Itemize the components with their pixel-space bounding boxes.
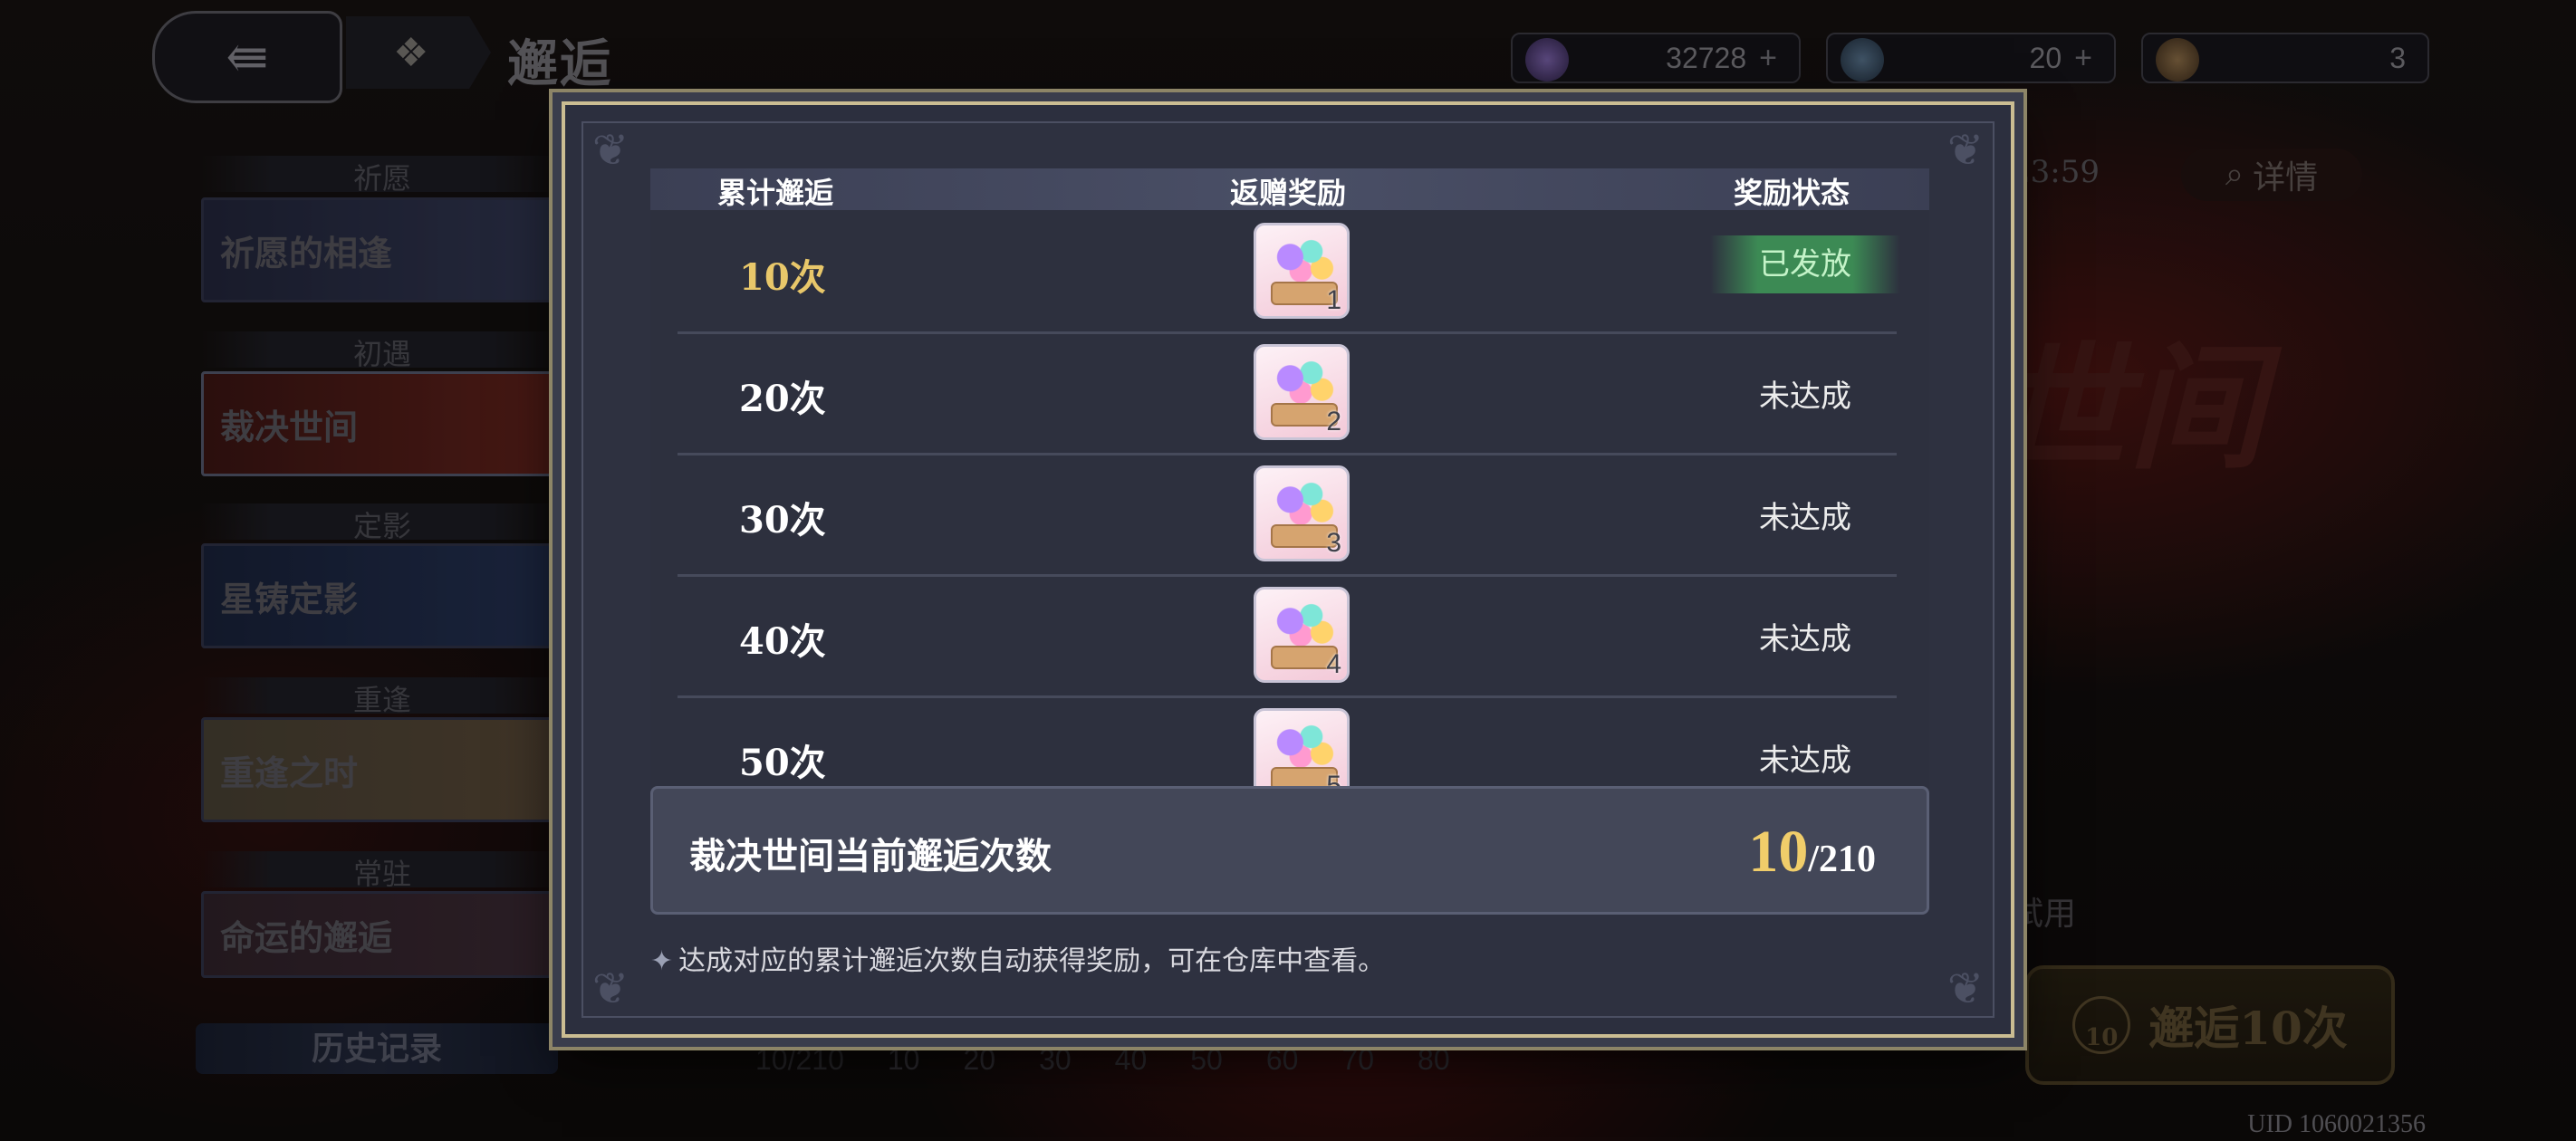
detail-label: 详情 <box>2253 159 2319 197</box>
footnote: ✦ 达成对应的累计邂逅次数自动获得奖励，可在仓库中查看。 <box>650 938 1385 978</box>
banner-tab-label: 命运的邂逅 <box>220 916 393 958</box>
corner-ornament-icon: ❦ <box>1946 964 1985 1014</box>
currency-rose[interactable]: 3 <box>2141 33 2429 83</box>
banner-tab-judgment[interactable]: 裁决世间 <box>201 371 563 476</box>
status-badge: 未达成 <box>1759 621 1851 657</box>
corner-ornament-icon: ❦ <box>591 964 630 1014</box>
section-heading: 定影 <box>201 503 563 543</box>
reward-qty: 2 <box>1326 407 1341 436</box>
add-currency-button[interactable]: + <box>2074 41 2092 76</box>
pull-cost-icon: 10 <box>2072 996 2131 1054</box>
banner-tab-starcast[interactable]: 星铸定影 <box>201 543 563 648</box>
pull-10-button[interactable]: 10 邂逅10次 <box>2025 965 2395 1085</box>
status-badge: 未达成 <box>1759 500 1851 536</box>
tick-label: 30 <box>1039 1043 1072 1076</box>
trial-button[interactable]: 试用 <box>2011 887 2076 935</box>
summary-value: 10/210 <box>1748 818 1876 887</box>
section-heading: 常驻 <box>201 851 563 891</box>
section-heading: 初遇 <box>201 331 563 371</box>
feather-token-icon <box>1841 38 1884 82</box>
table-row: 10次 1 已发放 <box>678 210 1900 334</box>
menu-button[interactable]: ❖ <box>346 16 491 89</box>
pull-count-summary: 裁决世间当前邂逅次数 10/210 <box>650 786 1929 915</box>
table-row: 20次 2 未达成 <box>678 331 1897 455</box>
table-row: 40次 4 未达成 <box>678 574 1897 698</box>
crystal-chest-icon[interactable]: 4 <box>1254 587 1350 683</box>
banner-tab-label: 星铸定影 <box>220 578 359 619</box>
banner-tab-label: 祈愿的相逢 <box>220 232 393 273</box>
table-row: 30次 3 未达成 <box>678 453 1897 577</box>
column-header-reward: 返赠奖励 <box>1230 176 1347 210</box>
crystal-chest-icon[interactable]: 2 <box>1254 344 1350 440</box>
summary-label: 裁决世间当前邂逅次数 <box>689 835 1052 877</box>
corner-ornament-icon: ❦ <box>1946 125 1985 176</box>
row-count: 40次 <box>739 620 826 663</box>
status-badge: 未达成 <box>1759 379 1851 415</box>
back-button[interactable]: ⇚ <box>152 11 342 103</box>
crystal-chest-icon[interactable]: 3 <box>1254 465 1350 561</box>
status-badge: 已发放 <box>1710 235 1900 293</box>
tick-label: 80 <box>1418 1043 1450 1076</box>
row-count: 30次 <box>739 499 826 542</box>
tick-label: 40 <box>1114 1043 1148 1076</box>
page-title: 邂逅 <box>507 34 612 94</box>
banner-tab-label: 重逢之时 <box>220 752 359 793</box>
row-count: 20次 <box>739 378 826 420</box>
banner-tab-fate[interactable]: 命运的邂逅 <box>201 891 563 978</box>
currency-amount: 32728 <box>1666 41 1747 74</box>
total-pull-count: /210 <box>1808 839 1876 880</box>
reward-modal: ❦ ❦ ❦ ❦ 累计邂逅 返赠奖励 奖励状态 10次 1 已发放 20次 2 未… <box>562 101 2014 1038</box>
column-header-count: 累计邂逅 <box>717 176 834 210</box>
banner-tab-label: 裁决世间 <box>220 406 359 447</box>
row-count: 50次 <box>739 742 826 784</box>
reward-qty: 1 <box>1326 285 1341 315</box>
reward-qty: 3 <box>1326 528 1341 558</box>
currency-crystal[interactable]: 32728 + <box>1511 33 1801 83</box>
currency-amount: 3 <box>2389 41 2406 74</box>
progress-label: 10/210 <box>755 1043 844 1076</box>
crystal-chest-icon[interactable]: 1 <box>1254 223 1350 319</box>
star-crystal-icon <box>1525 38 1569 82</box>
history-button[interactable]: 历史记录 <box>196 1023 558 1074</box>
banner-tab-wish[interactable]: 祈愿的相逢 <box>201 197 563 302</box>
tick-label: 60 <box>1265 1043 1299 1076</box>
row-count: 10次 <box>739 256 826 299</box>
status-badge: 未达成 <box>1759 743 1851 779</box>
pull-label: 邂逅10次 <box>2148 1002 2348 1055</box>
currency-feather[interactable]: 20 + <box>1826 33 2116 83</box>
event-timer: 23:59 <box>2011 154 2100 190</box>
add-currency-button[interactable]: + <box>1759 41 1777 76</box>
tick-label: 70 <box>1341 1043 1375 1076</box>
grid-menu-icon: ❖ <box>393 29 429 76</box>
rose-ticket-icon <box>2156 38 2199 82</box>
column-header-status: 奖励状态 <box>1734 176 1850 210</box>
table-header: 累计邂逅 返赠奖励 奖励状态 <box>650 168 1929 210</box>
section-heading: 祈愿 <box>201 156 563 196</box>
back-arrow-icon: ⇚ <box>226 27 269 87</box>
detail-button[interactable]: ⌕ 详情 <box>2181 149 2362 201</box>
progress-ticks: 10/210 10 20 30 40 50 60 70 80 <box>755 1043 1450 1077</box>
sparkle-icon: ✦ <box>650 945 674 977</box>
user-id: UID 1060021356 <box>2247 1110 2426 1138</box>
banner-title: 世间 <box>1993 329 2265 488</box>
current-pull-count: 10 <box>1748 819 1809 885</box>
tick-label: 20 <box>963 1043 996 1076</box>
tick-label: 50 <box>1190 1043 1223 1076</box>
currency-amount: 20 <box>2029 41 2062 74</box>
magnifier-icon: ⌕ <box>2225 156 2244 193</box>
banner-tab-reunion[interactable]: 重逢之时 <box>201 717 563 822</box>
footnote-text: 达成对应的累计邂逅次数自动获得奖励，可在仓库中查看。 <box>678 945 1386 977</box>
corner-ornament-icon: ❦ <box>591 125 630 176</box>
section-heading: 重逢 <box>201 677 563 717</box>
tick-label: 10 <box>887 1043 920 1076</box>
reward-qty: 4 <box>1326 649 1341 679</box>
